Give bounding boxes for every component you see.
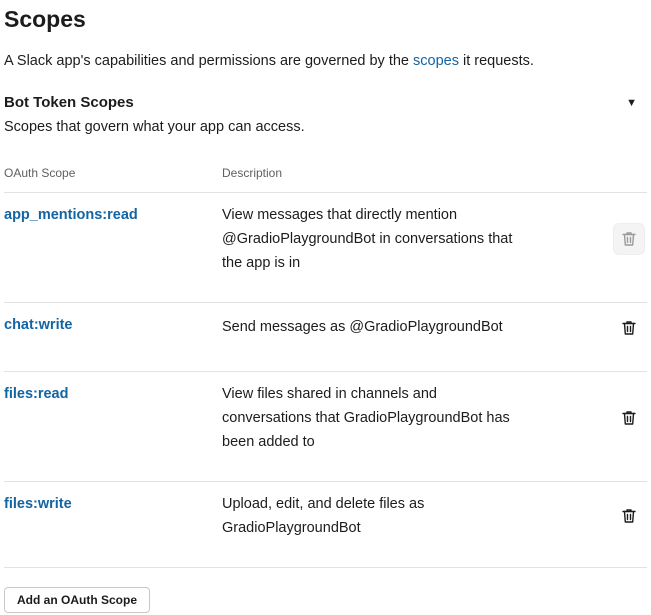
section-title: Bot Token Scopes <box>4 94 134 111</box>
description-line: been added to <box>222 434 315 450</box>
trash-icon <box>622 509 636 523</box>
table-row: files:read View files shared in channels… <box>4 382 647 478</box>
scope-description: View files shared in channels and conver… <box>222 382 567 454</box>
intro-text-start: A Slack app's capabilities and permissio… <box>4 53 414 69</box>
remove-scope-button[interactable] <box>613 312 645 344</box>
description-line: conversations that GradioPlaygroundBot h… <box>222 410 510 426</box>
remove-scope-button[interactable] <box>613 402 645 434</box>
intro-text: A Slack app's capabilities and permissio… <box>4 51 534 71</box>
scope-name[interactable]: app_mentions:read <box>4 203 138 227</box>
description-line: View messages that directly mention <box>222 207 458 223</box>
table-row: chat:write Send messages as @GradioPlayg… <box>4 313 647 363</box>
description-line: View files shared in channels and <box>222 386 437 402</box>
add-oauth-scope-button[interactable]: Add an OAuth Scope <box>4 587 150 613</box>
column-header-scope: OAuth Scope <box>4 166 76 180</box>
column-header-description: Description <box>222 166 283 180</box>
scope-description: Upload, edit, and delete files as Gradio… <box>222 492 567 540</box>
remove-scope-button[interactable] <box>613 500 645 532</box>
divider <box>4 481 647 482</box>
section-subtitle: Scopes that govern what your app can acc… <box>4 119 305 135</box>
table-row: files:write Upload, edit, and delete fil… <box>4 492 647 564</box>
caret-down-icon[interactable]: ▼ <box>626 96 637 110</box>
scope-description: Send messages as @GradioPlaygroundBot <box>222 315 567 339</box>
table-row: app_mentions:read View messages that dir… <box>4 203 647 299</box>
description-line: @GradioPlaygroundBot in conversations th… <box>222 231 513 247</box>
scope-name[interactable]: chat:write <box>4 313 73 337</box>
description-line: Send messages as @GradioPlaygroundBot <box>222 319 503 335</box>
scope-name[interactable]: files:read <box>4 382 68 406</box>
intro-text-end: it requests. <box>458 53 534 69</box>
trash-icon <box>622 411 636 425</box>
trash-icon <box>622 232 636 246</box>
divider <box>4 371 647 372</box>
scope-description: View messages that directly mention @Gra… <box>222 203 567 275</box>
page-title: Scopes <box>4 6 86 32</box>
trash-icon <box>622 321 636 335</box>
description-line: Upload, edit, and delete files as <box>222 496 425 512</box>
scopes-link[interactable]: scopes <box>413 53 459 69</box>
remove-scope-button[interactable] <box>613 223 645 255</box>
description-line: the app is in <box>222 255 301 271</box>
divider <box>4 567 647 568</box>
divider <box>4 302 647 303</box>
scope-name[interactable]: files:write <box>4 492 72 516</box>
description-line: GradioPlaygroundBot <box>222 520 361 536</box>
divider <box>4 192 647 193</box>
